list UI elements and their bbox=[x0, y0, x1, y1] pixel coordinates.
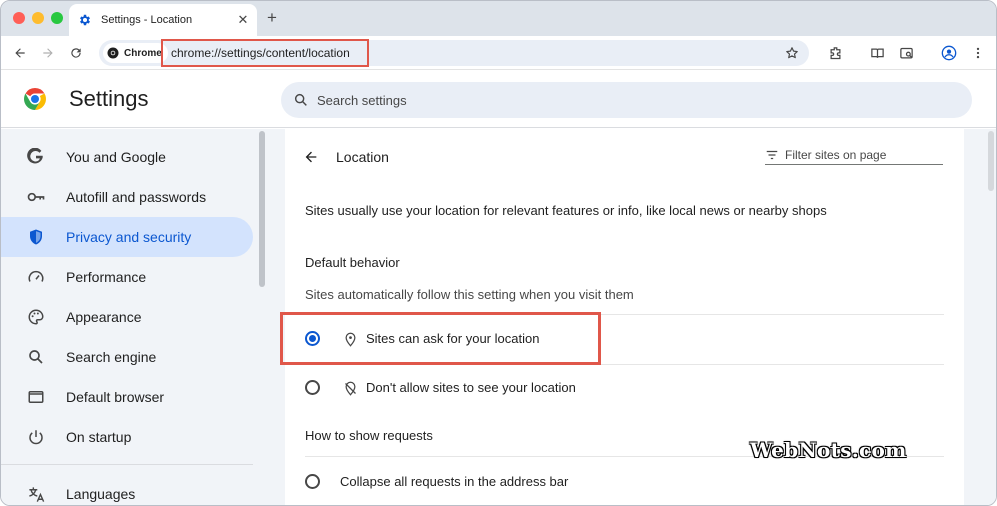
sidebar-item-you-and-google[interactable]: You and Google bbox=[1, 137, 253, 177]
tab-close-icon[interactable]: ✕ bbox=[235, 12, 251, 28]
translate-icon bbox=[26, 484, 46, 504]
shield-icon bbox=[26, 227, 46, 247]
option-label-block[interactable]: Don't allow sites to see your location bbox=[366, 380, 576, 395]
back-icon[interactable] bbox=[11, 44, 29, 62]
maximize-window-button[interactable] bbox=[51, 12, 63, 24]
browser-window: Settings - Location ✕ + Chrome chrome://… bbox=[0, 0, 997, 506]
site-chip-label: Chrome bbox=[124, 47, 162, 59]
close-window-button[interactable] bbox=[13, 12, 25, 24]
bookmark-star-icon[interactable] bbox=[783, 44, 801, 62]
side-panel-icon[interactable] bbox=[897, 44, 915, 62]
watermark-text: WebNots.com bbox=[750, 438, 907, 462]
new-tab-button[interactable]: + bbox=[263, 8, 281, 27]
reading-mode-icon[interactable] bbox=[868, 44, 886, 62]
radio-collapse-requests[interactable] bbox=[305, 474, 320, 489]
filter-icon bbox=[766, 150, 778, 159]
palette-icon bbox=[26, 307, 46, 327]
back-arrow-icon[interactable] bbox=[301, 147, 321, 167]
url-text[interactable]: chrome://settings/content/location bbox=[161, 39, 369, 67]
filter-sites-input[interactable]: Filter sites on page bbox=[765, 145, 943, 165]
sidebar-item-label: Performance bbox=[66, 269, 147, 285]
sidebar-item-languages[interactable]: Languages bbox=[1, 474, 253, 505]
settings-sidebar: You and Google Autofill and passwords Pr… bbox=[1, 129, 257, 505]
profile-icon[interactable] bbox=[940, 44, 958, 62]
tab-title: Settings - Location bbox=[101, 14, 193, 26]
sidebar-scrollbar[interactable] bbox=[259, 131, 265, 287]
sidebar-item-label: Appearance bbox=[66, 309, 142, 325]
location-off-icon bbox=[342, 380, 358, 396]
sidebar-item-performance[interactable]: Performance bbox=[1, 257, 253, 297]
sidebar-item-label: Languages bbox=[66, 486, 136, 502]
speedometer-icon bbox=[26, 267, 46, 287]
search-icon bbox=[294, 93, 307, 106]
tab-strip: Settings - Location ✕ + bbox=[1, 1, 996, 36]
more-menu-icon[interactable] bbox=[969, 44, 987, 62]
site-info-chip[interactable]: Chrome bbox=[103, 43, 168, 63]
default-behavior-heading: Default behavior bbox=[305, 255, 400, 270]
browser-window-icon bbox=[26, 387, 46, 407]
extensions-icon[interactable] bbox=[826, 44, 844, 62]
google-g-icon bbox=[26, 147, 46, 167]
filter-placeholder: Filter sites on page bbox=[785, 147, 887, 162]
default-behavior-subtext: Sites automatically follow this setting … bbox=[305, 287, 634, 302]
sidebar-item-appearance[interactable]: Appearance bbox=[1, 297, 253, 337]
sidebar-item-privacy[interactable]: Privacy and security bbox=[1, 217, 253, 257]
sidebar-item-label: Default browser bbox=[66, 389, 165, 405]
requests-heading: How to show requests bbox=[305, 428, 433, 443]
reload-icon[interactable] bbox=[67, 44, 85, 62]
sidebar-divider bbox=[1, 464, 253, 465]
option-label-collapse-requests[interactable]: Collapse all requests in the address bar bbox=[340, 474, 568, 489]
search-icon bbox=[26, 347, 46, 367]
sidebar-item-default-browser[interactable]: Default browser bbox=[1, 377, 253, 417]
search-placeholder: Search settings bbox=[317, 92, 407, 108]
minimize-window-button[interactable] bbox=[32, 12, 44, 24]
browser-toolbar: Chrome chrome://settings/content/locatio… bbox=[1, 36, 996, 70]
main-scrollbar[interactable] bbox=[988, 131, 994, 191]
power-icon bbox=[26, 427, 46, 447]
sidebar-item-label: Autofill and passwords bbox=[66, 189, 207, 205]
highlight-box bbox=[280, 312, 601, 365]
sidebar-item-on-startup[interactable]: On startup bbox=[1, 417, 253, 457]
address-bar[interactable]: Chrome chrome://settings/content/locatio… bbox=[99, 39, 809, 67]
location-description: Sites usually use your location for rele… bbox=[305, 203, 827, 218]
key-icon bbox=[26, 187, 46, 207]
forward-icon[interactable] bbox=[39, 44, 57, 62]
tab-settings-location[interactable]: Settings - Location ✕ bbox=[69, 4, 257, 36]
sidebar-item-label: On startup bbox=[66, 429, 132, 445]
settings-header: Settings Search settings bbox=[1, 71, 996, 128]
sidebar-item-search-engine[interactable]: Search engine bbox=[1, 337, 253, 377]
radio-block[interactable] bbox=[305, 380, 320, 395]
chrome-color-logo-icon bbox=[24, 88, 46, 110]
chrome-logo-icon bbox=[107, 47, 119, 59]
section-title: Location bbox=[336, 149, 389, 165]
search-input[interactable]: Search settings bbox=[281, 82, 972, 118]
page-title: Settings bbox=[69, 86, 149, 111]
sidebar-item-label: You and Google bbox=[66, 149, 166, 165]
sidebar-item-label: Privacy and security bbox=[66, 229, 192, 245]
sidebar-item-autofill[interactable]: Autofill and passwords bbox=[1, 177, 253, 217]
gear-icon bbox=[78, 13, 92, 27]
sidebar-item-label: Search engine bbox=[66, 349, 157, 365]
